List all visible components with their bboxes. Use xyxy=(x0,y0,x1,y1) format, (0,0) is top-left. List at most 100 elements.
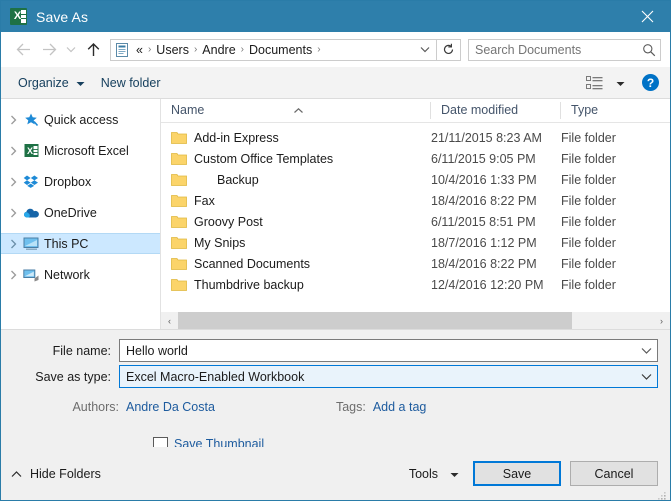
sidebar-item-label: Dropbox xyxy=(44,174,92,189)
scroll-left-icon[interactable]: ‹ xyxy=(161,312,178,329)
chevron-down-icon[interactable] xyxy=(635,373,657,380)
breadcrumb-separator-end: › xyxy=(317,43,321,55)
chevron-up-icon xyxy=(11,465,22,483)
chevron-right-icon[interactable] xyxy=(5,146,22,156)
chevron-down-icon xyxy=(76,76,85,90)
sidebar-item-onedrive[interactable]: OneDrive xyxy=(1,202,160,223)
scroll-right-icon[interactable]: › xyxy=(653,312,670,329)
file-type-cell: File folder xyxy=(561,193,616,208)
file-name-cell: Backup xyxy=(161,173,431,187)
chevron-right-icon[interactable] xyxy=(5,177,22,187)
add-a-tag-link[interactable]: Add a tag xyxy=(373,400,427,414)
save-as-type-row: Save as type: Excel Macro-Enabled Workbo… xyxy=(1,365,670,388)
new-folder-label: New folder xyxy=(100,75,161,90)
scrollbar-thumb[interactable] xyxy=(178,312,573,329)
sidebar-item-microsoft-excel[interactable]: X Microsoft Excel xyxy=(1,140,160,161)
file-name-cell: My Snips xyxy=(161,236,431,250)
scrollbar-track[interactable] xyxy=(178,312,653,329)
file-date-cell: 18/7/2016 1:12 PM xyxy=(431,235,537,250)
file-name-row: File name: Hello world xyxy=(1,339,670,362)
command-bar: Organize New folder ? xyxy=(1,67,670,99)
table-row[interactable]: Backup 10/4/2016 1:33 PM File folder xyxy=(161,169,670,190)
file-name-cell: Thumbdrive backup xyxy=(161,278,431,292)
tags-label: Tags: xyxy=(335,400,366,414)
column-header-date-modified[interactable]: Date modified xyxy=(431,99,561,122)
sidebar-item-this-pc[interactable]: This PC xyxy=(1,233,160,254)
recent-locations-chevron-down-icon[interactable] xyxy=(62,37,80,63)
star-pin-icon xyxy=(22,112,40,128)
file-name-label: Backup xyxy=(217,172,259,187)
file-type-cell: File folder xyxy=(561,235,616,250)
breadcrumb-users[interactable]: Users xyxy=(153,40,192,60)
file-name-input[interactable]: Hello world xyxy=(119,339,658,362)
view-chevron-down-icon[interactable] xyxy=(616,74,625,92)
file-date-cell: 6/11/2015 8:51 PM xyxy=(431,214,536,229)
view-list-icon[interactable] xyxy=(581,73,608,93)
column-header-name[interactable]: Name xyxy=(161,99,431,122)
hide-folders-button[interactable]: Hide Folders xyxy=(11,465,101,483)
file-name-cell: Groovy Post xyxy=(161,215,431,229)
chevron-right-icon[interactable] xyxy=(5,239,22,249)
cancel-button[interactable]: Cancel xyxy=(570,461,658,486)
address-bar[interactable]: « › Users › Andre › Documents › xyxy=(110,38,437,61)
sidebar-item-network[interactable]: Network xyxy=(1,264,160,285)
file-name-cell: Fax xyxy=(161,194,431,208)
arrow-up-icon[interactable] xyxy=(80,37,106,63)
file-type-cell: File folder xyxy=(561,256,616,271)
documents-folder-icon xyxy=(114,42,130,58)
new-folder-button[interactable]: New folder xyxy=(93,73,169,93)
onedrive-cloud-icon xyxy=(22,205,40,221)
title-bar: X Save As xyxy=(1,1,670,32)
tools-button[interactable]: Tools xyxy=(403,461,465,487)
search-box[interactable] xyxy=(468,38,661,61)
refresh-icon[interactable] xyxy=(437,38,461,61)
dialog-body: Quick access X Microsoft Excel Dropbox O… xyxy=(1,99,670,330)
chevron-right-icon[interactable] xyxy=(5,115,22,125)
organize-button[interactable]: Organize xyxy=(10,73,93,93)
metadata-row: Authors: Andre Da Costa Tags: Add a tag xyxy=(1,394,670,420)
table-row[interactable]: My Snips 18/7/2016 1:12 PM File folder xyxy=(161,232,670,253)
sidebar-item-quick-access[interactable]: Quick access xyxy=(1,109,160,130)
horizontal-scrollbar[interactable]: ‹ › xyxy=(161,311,670,329)
folder-icon xyxy=(171,278,187,291)
save-button[interactable]: Save xyxy=(473,461,561,486)
file-type-cell: File folder xyxy=(561,151,616,166)
authors-value[interactable]: Andre Da Costa xyxy=(126,400,215,414)
resize-grip[interactable] xyxy=(657,488,667,500)
search-icon[interactable] xyxy=(638,43,660,57)
folder-icon xyxy=(171,215,187,228)
save-as-dialog: X Save As « › Users › Andre › Documents … xyxy=(0,0,671,501)
table-row[interactable]: Groovy Post 6/11/2015 8:51 PM File folde… xyxy=(161,211,670,232)
table-row[interactable]: Custom Office Templates 6/11/2015 9:05 P… xyxy=(161,148,670,169)
table-row[interactable]: Scanned Documents 18/4/2016 8:22 PM File… xyxy=(161,253,670,274)
address-chevron-down-icon[interactable] xyxy=(414,46,436,53)
chevron-right-icon[interactable] xyxy=(5,208,22,218)
table-row[interactable]: Thumbdrive backup 12/4/2016 12:20 PM Fil… xyxy=(161,274,670,295)
breadcrumb-andre[interactable]: Andre xyxy=(199,40,238,60)
sidebar-item-dropbox[interactable]: Dropbox xyxy=(1,171,160,192)
chevron-right-icon[interactable] xyxy=(5,270,22,280)
search-input[interactable] xyxy=(469,42,638,57)
file-list-pane: Name Date modified Type Add-in Express 2… xyxy=(161,99,670,329)
save-as-type-select[interactable]: Excel Macro-Enabled Workbook xyxy=(119,365,658,388)
organize-label: Organize xyxy=(18,75,69,90)
close-icon[interactable] xyxy=(624,1,670,32)
column-headers: Name Date modified Type xyxy=(161,99,670,123)
file-name-label: Groovy Post xyxy=(194,214,263,229)
chevron-down-icon[interactable] xyxy=(635,347,657,354)
chevron-down-icon xyxy=(450,465,459,483)
breadcrumb-documents[interactable]: Documents xyxy=(246,40,315,60)
column-header-type[interactable]: Type xyxy=(561,99,670,122)
table-row[interactable]: Add-in Express 21/11/2015 8:23 AM File f… xyxy=(161,127,670,148)
help-button[interactable]: ? xyxy=(642,74,659,91)
sidebar-item-label: Quick access xyxy=(44,112,119,127)
breadcrumb-overflow[interactable]: « xyxy=(133,40,146,60)
file-name-label: Custom Office Templates xyxy=(194,151,334,166)
file-date-cell: 18/4/2016 8:22 PM xyxy=(431,256,537,271)
arrow-right-icon[interactable] xyxy=(36,37,62,63)
table-row[interactable]: Fax 18/4/2016 8:22 PM File folder xyxy=(161,190,670,211)
arrow-left-icon[interactable] xyxy=(10,37,36,63)
file-name-cell: Add-in Express xyxy=(161,131,431,145)
